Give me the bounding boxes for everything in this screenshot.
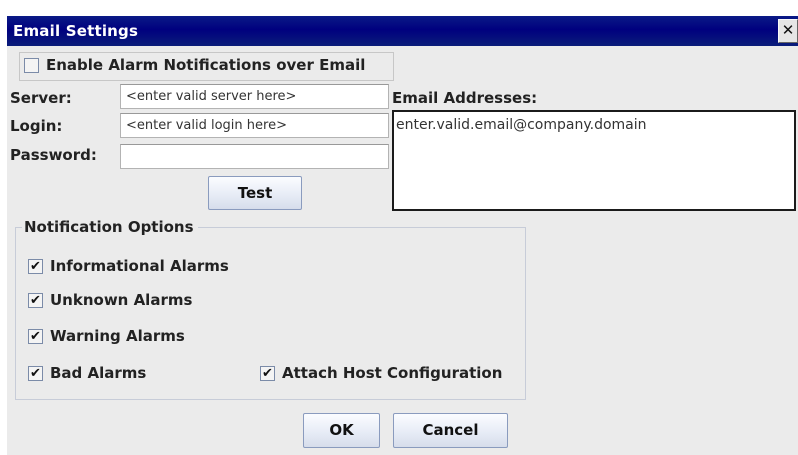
password-label: Password:: [10, 146, 97, 164]
email-addresses-label: Email Addresses:: [392, 89, 538, 107]
informational-alarms-label[interactable]: Informational Alarms: [50, 257, 229, 275]
login-label: Login:: [10, 117, 63, 135]
check-icon: ✔: [30, 366, 41, 381]
close-icon: ✕: [781, 21, 795, 39]
informational-alarms-checkbox[interactable]: ✔: [28, 259, 43, 274]
enable-notifications-label[interactable]: Enable Alarm Notifications over Email: [46, 56, 365, 74]
warning-alarms-label[interactable]: Warning Alarms: [50, 327, 185, 345]
email-addresses-list[interactable]: enter.valid.email@company.domain: [392, 110, 796, 211]
ok-button[interactable]: OK: [303, 413, 380, 448]
unknown-alarms-checkbox[interactable]: ✔: [28, 293, 43, 308]
server-label: Server:: [10, 89, 72, 107]
check-icon: ✔: [30, 329, 41, 344]
enable-notifications-checkbox[interactable]: [24, 58, 39, 73]
close-button[interactable]: ✕: [778, 19, 798, 43]
check-icon: ✔: [262, 366, 273, 381]
notification-options-title: Notification Options: [22, 218, 198, 236]
cancel-button[interactable]: Cancel: [393, 413, 508, 448]
attach-host-config-checkbox[interactable]: ✔: [260, 366, 275, 381]
window-title: Email Settings: [13, 22, 139, 40]
email-address-item[interactable]: enter.valid.email@company.domain: [396, 117, 647, 133]
check-icon: ✔: [30, 293, 41, 308]
login-input[interactable]: <enter valid login here>: [120, 113, 389, 138]
server-input[interactable]: <enter valid server here>: [120, 84, 389, 109]
bad-alarms-label[interactable]: Bad Alarms: [50, 364, 146, 382]
attach-host-config-label[interactable]: Attach Host Configuration: [282, 364, 502, 382]
warning-alarms-checkbox[interactable]: ✔: [28, 329, 43, 344]
email-settings-dialog: Email Settings ✕ Enable Alarm Notificati…: [7, 16, 798, 455]
check-icon: ✔: [30, 259, 41, 274]
title-bar[interactable]: Email Settings ✕: [7, 16, 798, 46]
test-button[interactable]: Test: [208, 176, 302, 210]
bad-alarms-checkbox[interactable]: ✔: [28, 366, 43, 381]
password-input[interactable]: [120, 144, 389, 169]
unknown-alarms-label[interactable]: Unknown Alarms: [50, 291, 192, 309]
